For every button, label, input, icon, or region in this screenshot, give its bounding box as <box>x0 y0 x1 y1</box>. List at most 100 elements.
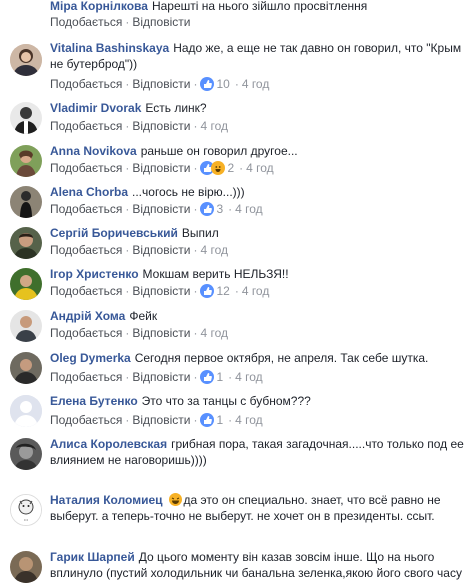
like-link[interactable]: Подобається <box>50 202 122 216</box>
comment-text: Это что за танцы с бубном??? <box>141 394 311 408</box>
comment-body: Vladimir Dvorak Есть линк? <box>50 100 469 116</box>
avatar[interactable] <box>10 145 42 177</box>
like-link[interactable]: Подобається <box>50 161 122 175</box>
comment-body: Ігор Христенко Мокшам верить НЕЛЬЗЯ!! <box>50 266 469 282</box>
comment-time[interactable]: 4 год <box>235 413 263 427</box>
comment-meta: Подобається · Відповісти <box>50 15 191 29</box>
comment-author[interactable]: Vitalina Bashinskaya <box>50 41 169 55</box>
comment-author[interactable]: Alena Chorba <box>50 185 128 199</box>
comment-text: Выпил <box>181 226 219 240</box>
comment-body: Елена Бутенко Это что за танцы с бубном??… <box>50 393 469 409</box>
comment-meta: Подобається · Відповісти · 4 год <box>50 243 228 257</box>
avatar[interactable] <box>10 551 42 583</box>
avatar[interactable] <box>10 268 42 300</box>
reaction-count: 10 <box>216 77 230 91</box>
comment-meta: Подобається · Відповісти · 1 · 4 год <box>50 370 263 384</box>
comment-time[interactable]: 4 год <box>242 77 270 91</box>
comment-author[interactable]: Наталия Коломиец <box>50 493 163 507</box>
comment-author[interactable]: Елена Бутенко <box>50 394 138 408</box>
like-link[interactable]: Подобається <box>50 77 122 91</box>
like-reaction-icon[interactable] <box>200 202 215 216</box>
comment-body: Алиса Королевская грибная пора, такая заг… <box>50 436 469 468</box>
comment-meta: Подобається · Відповісти · 10 · 4 год <box>50 77 270 91</box>
like-reaction-icon[interactable] <box>200 284 215 298</box>
haha-reaction-icon[interactable] <box>211 161 226 175</box>
reaction-count: 1 <box>216 413 224 427</box>
avatar[interactable] <box>10 102 42 134</box>
comment-meta: Подобається · Відповісти · 1 · 4 год <box>50 413 263 427</box>
comment-author[interactable]: Anna Novikova <box>50 144 137 158</box>
reaction-count: 2 <box>227 161 235 175</box>
reaction-count: 1 <box>216 370 224 384</box>
comment-text: раньше он говорил другое... <box>140 144 298 158</box>
avatar[interactable] <box>10 186 42 218</box>
reaction-count: 12 <box>216 284 230 298</box>
comment-body: Андрій Хома Фейк <box>50 308 469 324</box>
like-link[interactable]: Подобається <box>50 413 122 427</box>
comment-time[interactable]: 4 год <box>200 119 228 133</box>
comment-meta: Подобається · Відповісти · 3 · 4 год <box>50 202 263 216</box>
comment-text: ...чогось не вірю...))) <box>132 185 245 199</box>
comment-author[interactable]: Алиса Королевская <box>50 437 167 451</box>
like-link[interactable]: Подобається <box>50 243 122 257</box>
avatar[interactable] <box>10 227 42 259</box>
comment-body: Наталия Коломиец да это он специально. зн… <box>50 492 469 524</box>
default-avatar[interactable] <box>10 395 42 427</box>
reply-link[interactable]: Відповісти <box>132 119 190 133</box>
comment-text: Сегодня первое октября, не апреля. Так с… <box>134 351 429 365</box>
laughing-emoji-icon <box>168 493 182 506</box>
comment-time[interactable]: 4 год <box>242 284 270 298</box>
avatar[interactable] <box>10 352 42 384</box>
reply-link[interactable]: Відповісти <box>132 326 190 340</box>
comment-text: Есть линк? <box>145 101 207 115</box>
reply-link[interactable]: Відповісти <box>132 243 190 257</box>
reply-link[interactable]: Відповісти <box>132 370 190 384</box>
comment-body: Міра Корнілкова Нарешті на нього зійшло п… <box>50 0 469 14</box>
comment-meta: Подобається · Відповісти · 12 · 4 год <box>50 284 270 298</box>
comment-meta: Подобається · Відповісти · 4 год <box>50 119 228 133</box>
like-reaction-icon[interactable] <box>200 370 215 384</box>
reply-link[interactable]: Відповісти <box>132 15 190 29</box>
avatar[interactable] <box>10 310 42 342</box>
comment-body: Alena Chorba ...чогось не вірю...))) <box>50 184 469 200</box>
comment-time[interactable]: 4 год <box>246 161 274 175</box>
comment-time[interactable]: 4 год <box>200 326 228 340</box>
comment-author[interactable]: Міра Корнілкова <box>50 0 148 13</box>
comment-meta: Подобається · Відповісти · 4 год <box>50 326 228 340</box>
reply-link[interactable]: Відповісти <box>132 202 190 216</box>
comment-author[interactable]: Гарик Шарпей <box>50 550 135 564</box>
like-reaction-icon[interactable] <box>200 413 215 427</box>
comment-meta: Подобається · Відповісти · 2 · 4 год <box>50 161 274 175</box>
svg-text:•••: ••• <box>24 517 29 522</box>
like-link[interactable]: Подобається <box>50 370 122 384</box>
comment-body: Oleg Dymerka Сегодня первое октября, не а… <box>50 350 469 366</box>
comment-text: Мокшам верить НЕЛЬЗЯ!! <box>142 267 289 281</box>
comment-time[interactable]: 4 год <box>200 243 228 257</box>
comment-author[interactable]: Сергій Боричевський <box>50 226 178 240</box>
reply-link[interactable]: Відповісти <box>132 413 190 427</box>
avatar[interactable] <box>10 438 42 470</box>
comment-author[interactable]: Vladimir Dvorak <box>50 101 141 115</box>
like-link[interactable]: Подобається <box>50 119 122 133</box>
comment-text: Нарешті на нього зійшло просвітлення <box>151 0 368 13</box>
comment-time[interactable]: 4 год <box>235 202 263 216</box>
comment-text: Фейк <box>129 309 158 323</box>
comment-body: Гарик Шарпей До цього моменту він казав з… <box>50 549 469 581</box>
reply-link[interactable]: Відповісти <box>132 284 190 298</box>
reply-link[interactable]: Відповісти <box>132 77 190 91</box>
like-link[interactable]: Подобається <box>50 15 122 29</box>
comment-author[interactable]: Андрій Хома <box>50 309 125 323</box>
reaction-count: 3 <box>216 202 224 216</box>
comment-body: Anna Novikova раньше он говорил другое... <box>50 143 469 159</box>
reply-link[interactable]: Відповісти <box>132 161 190 175</box>
comment-time[interactable]: 4 год <box>235 370 263 384</box>
avatar[interactable] <box>10 44 42 76</box>
like-reaction-icon[interactable] <box>200 77 215 91</box>
like-link[interactable]: Подобається <box>50 326 122 340</box>
like-link[interactable]: Подобається <box>50 284 122 298</box>
avatar[interactable]: ••• <box>10 494 42 526</box>
comment-author[interactable]: Ігор Христенко <box>50 267 139 281</box>
comment-body: Сергій Боричевський Выпил <box>50 225 469 241</box>
comment-author[interactable]: Oleg Dymerka <box>50 351 131 365</box>
comment-body: Vitalina Bashinskaya Надо же, а еще не та… <box>50 40 469 72</box>
